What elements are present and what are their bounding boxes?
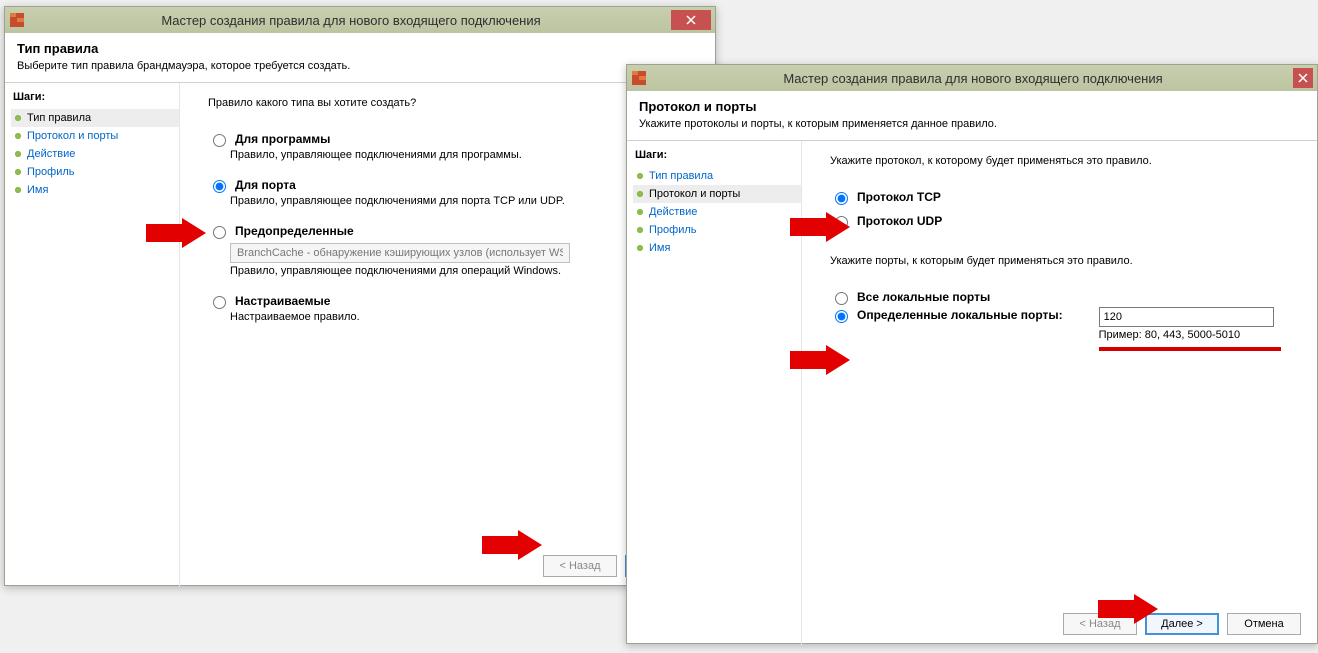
radio-custom[interactable] [213, 296, 226, 309]
next-button[interactable]: Далее > [1145, 613, 1219, 635]
steps-label: Шаги: [633, 147, 801, 167]
page-subtitle: Укажите протоколы и порты, к которым при… [639, 118, 1305, 130]
page-header: Тип правила Выберите тип правила брандма… [5, 33, 715, 83]
option-all-ports[interactable]: Все локальные порты [830, 289, 1301, 305]
bullet-icon [637, 245, 643, 251]
radio-specific-ports-label: Определенные локальные порты: [857, 308, 1063, 322]
ports-question: Укажите порты, к которым будет применять… [830, 255, 1301, 267]
radio-predefined-label: Предопределенные [235, 224, 354, 238]
window-title: Мастер создания правила для нового входя… [31, 13, 671, 28]
port-input[interactable] [1099, 307, 1274, 327]
radio-custom-label: Настраиваемые [235, 294, 330, 308]
step-protocol-ports[interactable]: Протокол и порты [633, 185, 801, 203]
step-profile[interactable]: Профиль [633, 221, 801, 239]
step-name[interactable]: Имя [633, 239, 801, 257]
option-tcp[interactable]: Протокол TCP [830, 189, 1301, 205]
bullet-icon [637, 173, 643, 179]
radio-tcp[interactable] [835, 192, 848, 205]
step-action[interactable]: Действие [633, 203, 801, 221]
bullet-icon [15, 133, 21, 139]
page-subtitle: Выберите тип правила брандмауэра, которо… [17, 60, 703, 72]
bullet-icon [15, 169, 21, 175]
step-rule-type[interactable]: Тип правила [633, 167, 801, 185]
page-title: Протокол и порты [639, 99, 1305, 114]
steps-sidebar: Шаги: Тип правила Протокол и порты Дейст… [5, 83, 180, 587]
step-name[interactable]: Имя [11, 181, 179, 199]
firewall-icon [9, 12, 25, 28]
radio-udp[interactable] [835, 216, 848, 229]
back-button[interactable]: < Назад [1063, 613, 1137, 635]
radio-port[interactable] [213, 180, 226, 193]
option-udp[interactable]: Протокол UDP [830, 213, 1301, 229]
radio-specific-ports[interactable] [835, 310, 848, 323]
window-title: Мастер создания правила для нового входя… [653, 71, 1293, 86]
steps-sidebar: Шаги: Тип правила Протокол и порты Дейст… [627, 141, 802, 645]
step-action[interactable]: Действие [11, 145, 179, 163]
page-title: Тип правила [17, 41, 703, 56]
steps-label: Шаги: [11, 89, 179, 109]
radio-all-ports-label: Все локальные порты [857, 290, 990, 304]
radio-tcp-label: Протокол TCP [857, 190, 941, 204]
predefined-select [230, 243, 570, 263]
close-button[interactable] [1293, 68, 1313, 88]
back-button[interactable]: < Назад [543, 555, 617, 577]
close-button[interactable] [671, 10, 711, 30]
bullet-icon [637, 209, 643, 215]
titlebar: Мастер создания правила для нового входя… [5, 7, 715, 33]
protocol-question: Укажите протокол, к которому будет приме… [830, 155, 1301, 167]
radio-predefined[interactable] [213, 226, 226, 239]
step-rule-type[interactable]: Тип правила [11, 109, 179, 127]
radio-all-ports[interactable] [835, 292, 848, 305]
bullet-icon [15, 115, 21, 121]
titlebar: Мастер создания правила для нового входя… [627, 65, 1317, 91]
radio-program-label: Для программы [235, 132, 330, 146]
radio-port-label: Для порта [235, 178, 296, 192]
radio-udp-label: Протокол UDP [857, 214, 942, 228]
wizard-window-rule-type: Мастер создания правила для нового входя… [4, 6, 716, 586]
bullet-icon [15, 151, 21, 157]
firewall-icon [631, 70, 647, 86]
radio-program[interactable] [213, 134, 226, 147]
wizard-window-protocol-ports: Мастер создания правила для нового входя… [626, 64, 1318, 644]
port-example: Пример: 80, 443, 5000-5010 [1099, 329, 1281, 341]
bullet-icon [637, 191, 643, 197]
page-header: Протокол и порты Укажите протоколы и пор… [627, 91, 1317, 141]
step-protocol-ports[interactable]: Протокол и порты [11, 127, 179, 145]
bullet-icon [15, 187, 21, 193]
step-profile[interactable]: Профиль [11, 163, 179, 181]
content-area: Укажите протокол, к которому будет приме… [802, 141, 1317, 645]
cancel-button[interactable]: Отмена [1227, 613, 1301, 635]
bullet-icon [637, 227, 643, 233]
